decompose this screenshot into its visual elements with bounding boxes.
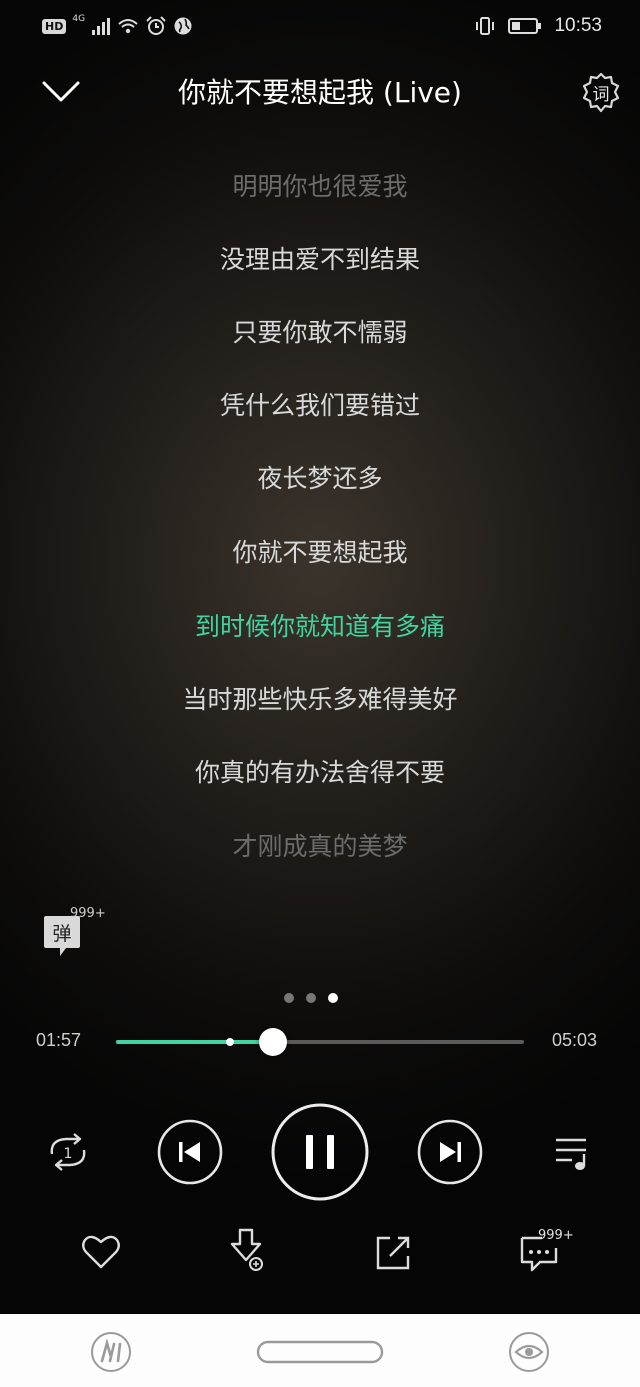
eye-icon bbox=[509, 1332, 549, 1372]
like-button[interactable] bbox=[80, 1232, 122, 1272]
skip-next-icon bbox=[417, 1119, 483, 1185]
progress-thumb[interactable] bbox=[259, 1028, 288, 1056]
nav-eye-button[interactable] bbox=[508, 1331, 550, 1373]
system-nav-bar bbox=[0, 1314, 640, 1387]
signal-icon bbox=[92, 18, 111, 35]
danmu-count: 999+ bbox=[70, 906, 106, 921]
song-title: 你就不要想起我 (Live) bbox=[178, 76, 462, 109]
status-right: 10:53 bbox=[474, 12, 602, 40]
status-left: HD 4G bbox=[42, 12, 193, 40]
collapse-button[interactable] bbox=[40, 72, 82, 112]
vibrate-icon bbox=[476, 17, 495, 35]
clock: 10:53 bbox=[554, 15, 602, 36]
playlist-button[interactable] bbox=[552, 1132, 594, 1172]
previous-button[interactable] bbox=[156, 1118, 224, 1186]
alarm-icon bbox=[146, 16, 166, 35]
progress-slider[interactable] bbox=[116, 1028, 524, 1056]
lyric-line: 你就不要想起我 bbox=[232, 538, 408, 567]
battery-icon bbox=[508, 18, 542, 34]
pause-icon bbox=[271, 1103, 369, 1201]
lyric-line: 没理由爱不到结果 bbox=[219, 245, 420, 274]
elapsed-time: 01:57 bbox=[36, 1030, 82, 1050]
lyric-line: 只要你敢不懦弱 bbox=[232, 318, 408, 347]
network-type: 4G bbox=[72, 14, 86, 24]
lyric-line: 凭什么我们要错过 bbox=[219, 391, 420, 420]
lyric-line: 夜长梦还多 bbox=[257, 464, 383, 493]
share-button[interactable] bbox=[372, 1232, 414, 1272]
danmu-label: 弹 bbox=[52, 923, 71, 945]
comment-count: 999+ bbox=[538, 1228, 574, 1243]
gear-icon: 词 bbox=[582, 72, 620, 113]
repeat-one-icon: 1 bbox=[50, 1133, 86, 1171]
heart-icon bbox=[82, 1235, 120, 1269]
page-dot[interactable] bbox=[306, 993, 316, 1003]
home-pill-icon bbox=[256, 1340, 384, 1364]
lyric-line: 明明你也很爱我 bbox=[232, 172, 408, 201]
page-indicator bbox=[284, 992, 356, 1004]
nav-assistant-button[interactable] bbox=[90, 1331, 132, 1373]
nav-home-pill[interactable] bbox=[256, 1340, 384, 1364]
playlist-icon bbox=[556, 1138, 586, 1170]
share-icon bbox=[376, 1236, 410, 1270]
status-bar: HD 4G 10:53 bbox=[0, 0, 640, 52]
total-time: 05:03 bbox=[552, 1030, 598, 1050]
globe-icon bbox=[174, 17, 192, 35]
hd-badge: HD bbox=[42, 18, 67, 34]
download-button[interactable] bbox=[226, 1228, 268, 1274]
progress-played bbox=[116, 1040, 274, 1044]
repeat-one-label: 1 bbox=[64, 1146, 73, 1162]
lyric-line: 你真的有办法舍得不要 bbox=[194, 758, 445, 787]
page-dot[interactable] bbox=[284, 993, 294, 1003]
next-button[interactable] bbox=[416, 1118, 484, 1186]
assistant-icon bbox=[91, 1332, 131, 1372]
wifi-icon bbox=[118, 19, 138, 34]
chevron-down-icon bbox=[42, 81, 80, 102]
page-dot[interactable] bbox=[328, 993, 338, 1003]
buffer-marker bbox=[226, 1038, 235, 1046]
repeat-one-button[interactable]: 1 bbox=[44, 1130, 92, 1174]
lyric-line: 当时那些快乐多难得美好 bbox=[182, 685, 458, 714]
pause-button[interactable] bbox=[270, 1102, 370, 1202]
skip-previous-icon bbox=[157, 1119, 223, 1185]
download-icon bbox=[230, 1228, 263, 1271]
lyric-settings-button[interactable]: 词 bbox=[578, 70, 624, 116]
lyric-line: 才刚成真的美梦 bbox=[232, 832, 408, 861]
lyric-line-current: 到时候你就知道有多痛 bbox=[194, 612, 445, 641]
lyric-settings-label: 词 bbox=[593, 85, 610, 105]
